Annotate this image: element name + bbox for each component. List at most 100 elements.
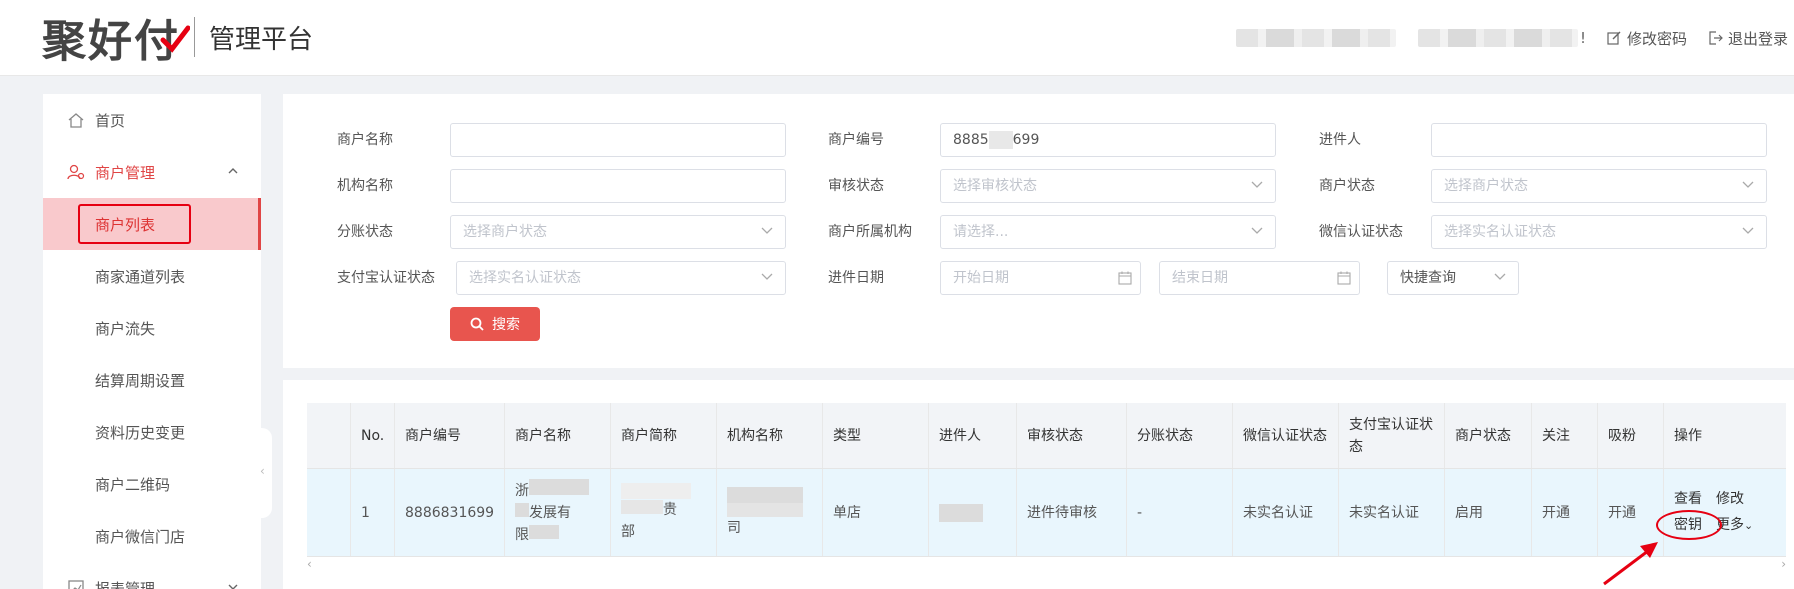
logo-divider <box>194 17 195 57</box>
header-type: 类型 <box>823 403 929 468</box>
merchant-name-end: 限 <box>515 527 529 543</box>
blurred-user-name <box>1417 29 1578 47</box>
header-alipay-auth: 支付宝认证状态 <box>1339 403 1445 468</box>
sidebar-item-wechat-store[interactable]: 商户微信门店 <box>43 510 261 562</box>
blurred-text <box>621 499 663 514</box>
chevron-down-icon <box>228 584 238 589</box>
merchant-no-suffix: 699 <box>1012 132 1040 148</box>
short-name-mid: 贵 <box>663 501 677 518</box>
cell-type: 单店 <box>823 469 929 556</box>
merchant-name-line3: 限 <box>515 524 559 546</box>
applicant-input[interactable] <box>1431 123 1767 157</box>
sidebar-item-label: 商户微信门店 <box>95 527 186 546</box>
blurred-text <box>515 503 529 517</box>
merchant-user-icon <box>67 164 85 180</box>
chevron-down-icon <box>761 273 773 280</box>
header-split-status: 分账状态 <box>1127 403 1233 468</box>
logout-link[interactable]: 退出登录 <box>1707 28 1788 49</box>
search-button-label: 搜索 <box>492 317 520 333</box>
org-name-input[interactable] <box>450 169 786 203</box>
top-header: 聚好付 管理平台 ! 修改密码 退出登录 <box>0 0 1794 76</box>
sidebar-group-report[interactable]: 报表管理 <box>43 562 261 589</box>
sidebar-item-channel-list[interactable]: 商家通道列表 <box>43 250 261 302</box>
wechat-auth-select[interactable]: 选择实名认证状态 <box>1431 215 1767 249</box>
belong-org-select[interactable]: 请选择... <box>940 215 1276 249</box>
chevron-left-icon: ‹ <box>260 464 265 478</box>
split-status-label: 分账状态 <box>337 224 393 240</box>
chevron-down-icon <box>1742 227 1754 234</box>
header-right: ! 修改密码 退出登录 <box>1235 24 1794 52</box>
end-date-input[interactable]: 结束日期 <box>1159 261 1360 295</box>
header-wechat-auth: 微信认证状态 <box>1233 403 1339 468</box>
sidebar-item-label: 资料历史变更 <box>95 423 186 442</box>
split-status-select[interactable]: 选择商户状态 <box>450 215 786 249</box>
sidebar-collapse-handle[interactable]: ‹ <box>258 428 272 518</box>
cell-wechat-auth: 未实名认证 <box>1233 469 1339 556</box>
merchant-status-select[interactable]: 选择商户状态 <box>1431 169 1767 203</box>
blurred-text <box>727 502 803 517</box>
logout-label: 退出登录 <box>1727 29 1788 48</box>
sidebar-group-merchant[interactable]: 商户管理 <box>43 146 261 198</box>
short-name-line2: 贵 <box>621 499 677 521</box>
sidebar-item-qrcode[interactable]: 商户二维码 <box>43 458 261 510</box>
edit-icon <box>1607 31 1621 45</box>
sidebar-item-info-history[interactable]: 资料历史变更 <box>43 406 261 458</box>
merchant-no-prefix: 8885 <box>953 132 989 148</box>
scroll-right-icon[interactable]: › <box>1781 557 1786 571</box>
merchant-no-input[interactable]: 8885 699 <box>940 123 1276 157</box>
cell-merchant-no: 8886831699 <box>395 469 505 556</box>
sidebar-item-home[interactable]: 首页 <box>43 94 261 146</box>
sidebar-item-label: 商户二维码 <box>95 475 171 494</box>
sidebar-item-merchant-list[interactable]: 商户列表 <box>43 198 261 250</box>
merchant-name-label: 商户名称 <box>337 132 393 148</box>
header-actions: 操作 <box>1674 427 1702 444</box>
sidebar-item-settlement-cycle[interactable]: 结算周期设置 <box>43 354 261 406</box>
view-link[interactable]: 查看 <box>1674 488 1702 510</box>
sidebar-home-label: 首页 <box>95 111 126 130</box>
audit-status-select[interactable]: 选择审核状态 <box>940 169 1276 203</box>
merchant-name-input[interactable] <box>450 123 786 157</box>
quick-query-select[interactable]: 快捷查询 <box>1387 261 1519 295</box>
chevron-down-icon <box>761 227 773 234</box>
header-merchant-no: 商户编号 <box>395 403 505 468</box>
logo: 聚好付 管理平台 <box>42 10 313 67</box>
report-icon <box>68 580 84 589</box>
header-fans: 吸粉 <box>1598 403 1664 468</box>
cell-alipay-auth: 未实名认证 <box>1339 469 1445 556</box>
blurred-org-name <box>1235 29 1396 47</box>
start-date-input[interactable]: 开始日期 <box>940 261 1141 295</box>
table-row[interactable]: 1 8886831699 浙 发展有 限 贵 部 司 单店 进件待审核 - 未实… <box>307 469 1786 557</box>
cell-applicant <box>929 469 1017 556</box>
start-date-placeholder: 开始日期 <box>953 270 1009 286</box>
masked-digits <box>988 131 1013 149</box>
sidebar-item-merchant-loss[interactable]: 商户流失 <box>43 302 261 354</box>
blurred-text <box>529 525 559 539</box>
header-merchant-name: 商户名称 <box>505 403 611 468</box>
split-status-placeholder: 选择商户状态 <box>463 224 547 240</box>
search-button[interactable]: 搜索 <box>450 307 540 341</box>
blurred-text <box>621 482 691 499</box>
cell-merchant-status: 启用 <box>1445 469 1532 556</box>
chevron-up-icon <box>228 168 238 174</box>
home-icon <box>68 113 84 128</box>
belong-org-placeholder: 请选择... <box>953 224 1009 240</box>
calendar-icon <box>1337 271 1351 285</box>
change-password-link[interactable]: 修改密码 <box>1606 28 1687 49</box>
merchant-name-prefix: 浙 <box>515 483 529 499</box>
sidebar-report-label: 报表管理 <box>95 579 156 589</box>
blurred-text <box>529 479 589 495</box>
audit-status-placeholder: 选择审核状态 <box>953 178 1037 194</box>
wechat-auth-label: 微信认证状态 <box>1319 224 1403 240</box>
scroll-left-icon[interactable]: ‹ <box>307 557 312 571</box>
cell-merchant-name: 浙 发展有 限 <box>505 469 611 556</box>
cell-org-name: 司 <box>717 469 823 556</box>
merchant-name-line2: 发展有 <box>515 502 571 524</box>
edit-link[interactable]: 修改 <box>1716 488 1744 510</box>
alipay-auth-select[interactable]: 选择实名认证状态 <box>456 261 786 295</box>
wechat-auth-placeholder: 选择实名认证状态 <box>1444 224 1556 240</box>
sidebar-item-label: 商户流失 <box>95 319 156 338</box>
cell-no: 1 <box>351 469 395 556</box>
cell-follow: 开通 <box>1532 469 1598 556</box>
highlight-box <box>78 204 191 244</box>
horizontal-scrollbar[interactable]: ‹ › <box>307 557 1786 573</box>
